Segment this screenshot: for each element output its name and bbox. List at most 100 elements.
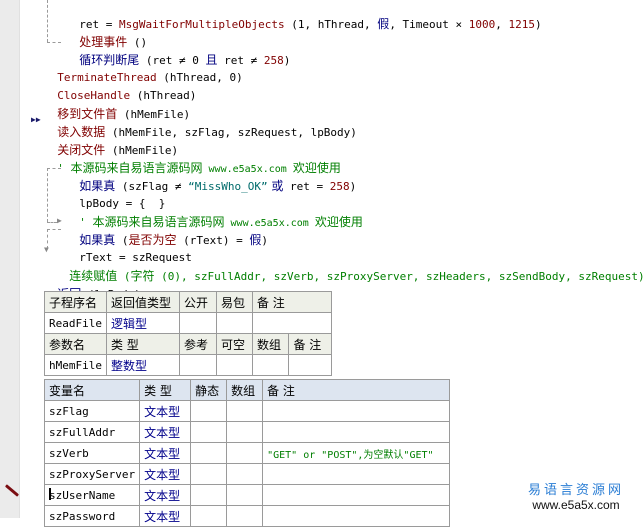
loop-flow-line-end (47, 42, 61, 43)
code-line[interactable]: 读入数据 (hMemFile, szFlag, szRequest, lpBod… (44, 105, 357, 139)
note-cell[interactable] (262, 505, 451, 527)
variable-name-cell[interactable]: szFullAddr (43, 421, 141, 443)
watermark-logo: 易语言资源网 www.e5a5x.com (528, 483, 625, 513)
code-text: ret = (283, 180, 330, 193)
keyword: 假 (249, 233, 262, 247)
variable-table: 变量名 类 型 静态 数组 备 注 szFlag 文本型 szFullAddr … (43, 379, 451, 527)
note-cell[interactable]: "GET" or "POST",为空默认"GET" (262, 442, 451, 464)
code-text: ) (283, 54, 291, 67)
code-line[interactable]: lpBody = { } (66, 177, 165, 210)
header-cell: 备 注 (262, 379, 451, 401)
keyword: 或 (267, 179, 284, 193)
code-line[interactable]: 循环判断尾 (ret ≠ 0 且 ret ≠ 258) (66, 33, 290, 67)
variable-row[interactable]: szProxyServer 文本型 (43, 463, 451, 485)
code-line[interactable]: 如果真 (szFlag ≠ “MissWho_OK” 或 ret = 258) (66, 159, 356, 193)
param-array-cell[interactable] (251, 354, 290, 376)
code-line[interactable]: ret = MsgWaitForMultipleObjects (1, hThr… (66, 0, 541, 31)
code-text: ) (349, 180, 357, 193)
code-line[interactable]: 处理事件 () (66, 15, 147, 49)
param-nullable-cell[interactable] (215, 354, 253, 376)
code-line[interactable]: 返回 (lpBody) (44, 267, 141, 301)
number: 1215 (508, 18, 536, 31)
current-line-marker-icon: ▶▶ (31, 115, 41, 124)
code-line[interactable]: 如果真 (是否为空 (rText) = 假) (66, 213, 268, 247)
param-ref-cell[interactable] (178, 354, 217, 376)
variable-type-cell[interactable]: 文本型 (139, 400, 192, 422)
note-cell[interactable] (262, 421, 451, 443)
comment-line[interactable]: ' 本源码来自易语言源码网 www.e5a5x.com 欢迎使用 (44, 141, 341, 175)
variable-type-cell[interactable]: 文本型 (139, 463, 192, 485)
note-cell[interactable] (262, 463, 451, 485)
return-type-cell[interactable]: 逻辑型 (105, 312, 180, 334)
code-line[interactable]: TerminateThread (hThread, 0) (44, 51, 242, 84)
header-cell: 数组 (226, 379, 264, 401)
code-line[interactable]: CloseHandle (hThread) (44, 69, 196, 102)
code-line[interactable]: 连续赋值 (字符 (0), szFullAddr, szVerb, szProx… (56, 249, 643, 283)
note-cell[interactable] (262, 400, 451, 422)
static-cell[interactable] (190, 484, 228, 506)
code-text: , Timeout × (389, 18, 469, 31)
variable-name-cell[interactable]: szPassword (43, 505, 141, 527)
header-cell: 返回值类型 (105, 291, 180, 313)
comment-line[interactable]: ' 本源码来自易语言源码网 www.e5a5x.com 欢迎使用 (66, 195, 363, 229)
if-flow-line-bottom (47, 222, 57, 223)
static-cell[interactable] (190, 400, 228, 422)
comment-text: 欢迎使用 (314, 215, 363, 229)
header-cell: 子程序名 (44, 291, 107, 313)
variable-row[interactable]: szFlag 文本型 (43, 400, 451, 422)
static-cell[interactable] (190, 463, 228, 485)
variable-type-cell[interactable]: 文本型 (139, 442, 192, 464)
header-cell: 数组 (251, 333, 290, 355)
number: 1000 (468, 18, 496, 31)
array-cell[interactable] (226, 505, 264, 527)
variable-name-cell[interactable]: szVerb (43, 442, 141, 464)
editor-gutter (0, 0, 20, 518)
watermark-title: 易语言资源网 (528, 483, 625, 498)
subroutine-name-cell[interactable]: ReadFile (44, 312, 107, 334)
header-cell: 类 型 (105, 333, 180, 355)
variable-type-cell[interactable]: 文本型 (139, 484, 192, 506)
variable-type-cell[interactable]: 文本型 (139, 505, 192, 527)
code-text: ) (535, 18, 542, 31)
param-header-row: 参数名 类 型 参考 可空 数组 备 注 (44, 333, 332, 355)
pkg-cell[interactable] (215, 312, 253, 334)
code-line[interactable]: 关闭文件 (hMemFile) (44, 123, 178, 157)
variable-row[interactable]: szVerb 文本型 "GET" or "POST",为空默认"GET" (43, 442, 451, 464)
variable-row[interactable]: szUserName 文本型 (43, 484, 451, 506)
static-cell[interactable] (190, 421, 228, 443)
variable-row[interactable]: szFullAddr 文本型 (43, 421, 451, 443)
param-type-cell[interactable]: 整数型 (105, 354, 180, 376)
note-cell[interactable] (262, 484, 451, 506)
header-cell: 参数名 (44, 333, 107, 355)
array-cell[interactable] (226, 421, 264, 443)
array-cell[interactable] (226, 484, 264, 506)
note-cell[interactable] (251, 312, 332, 334)
variable-type-cell[interactable]: 文本型 (139, 421, 192, 443)
if2-flow-line-top (47, 229, 61, 230)
code-text: , (495, 18, 509, 31)
param-note-cell[interactable] (288, 354, 332, 376)
static-cell[interactable] (190, 505, 228, 527)
param-name-cell[interactable]: hMemFile (44, 354, 107, 376)
array-cell[interactable] (226, 400, 264, 422)
code-line[interactable]: rText = szRequest (66, 231, 192, 264)
code-text: ) (261, 234, 269, 247)
watermark-url: www.e5a5x.com (532, 498, 620, 512)
number: 258 (263, 54, 284, 67)
array-cell[interactable] (226, 442, 264, 464)
variable-row[interactable]: szPassword 文本型 (43, 505, 451, 527)
variable-name-cell[interactable]: szUserName (43, 484, 141, 506)
header-cell: 变量名 (43, 379, 141, 401)
param-row[interactable]: hMemFile 整数型 (44, 354, 332, 376)
text-caret (49, 488, 51, 500)
array-cell[interactable] (226, 463, 264, 485)
code-line[interactable]: 移到文件首 (hMemFile) (44, 87, 190, 121)
flow-arrow-icon: ▶ (57, 216, 62, 225)
header-cell: 参考 (178, 333, 217, 355)
variable-name-cell[interactable]: szProxyServer (43, 463, 141, 485)
static-cell[interactable] (190, 442, 228, 464)
variable-name-cell[interactable]: szFlag (43, 400, 141, 422)
subroutine-row[interactable]: ReadFile 逻辑型 (44, 312, 332, 334)
header-cell: 类 型 (139, 379, 192, 401)
public-cell[interactable] (178, 312, 217, 334)
